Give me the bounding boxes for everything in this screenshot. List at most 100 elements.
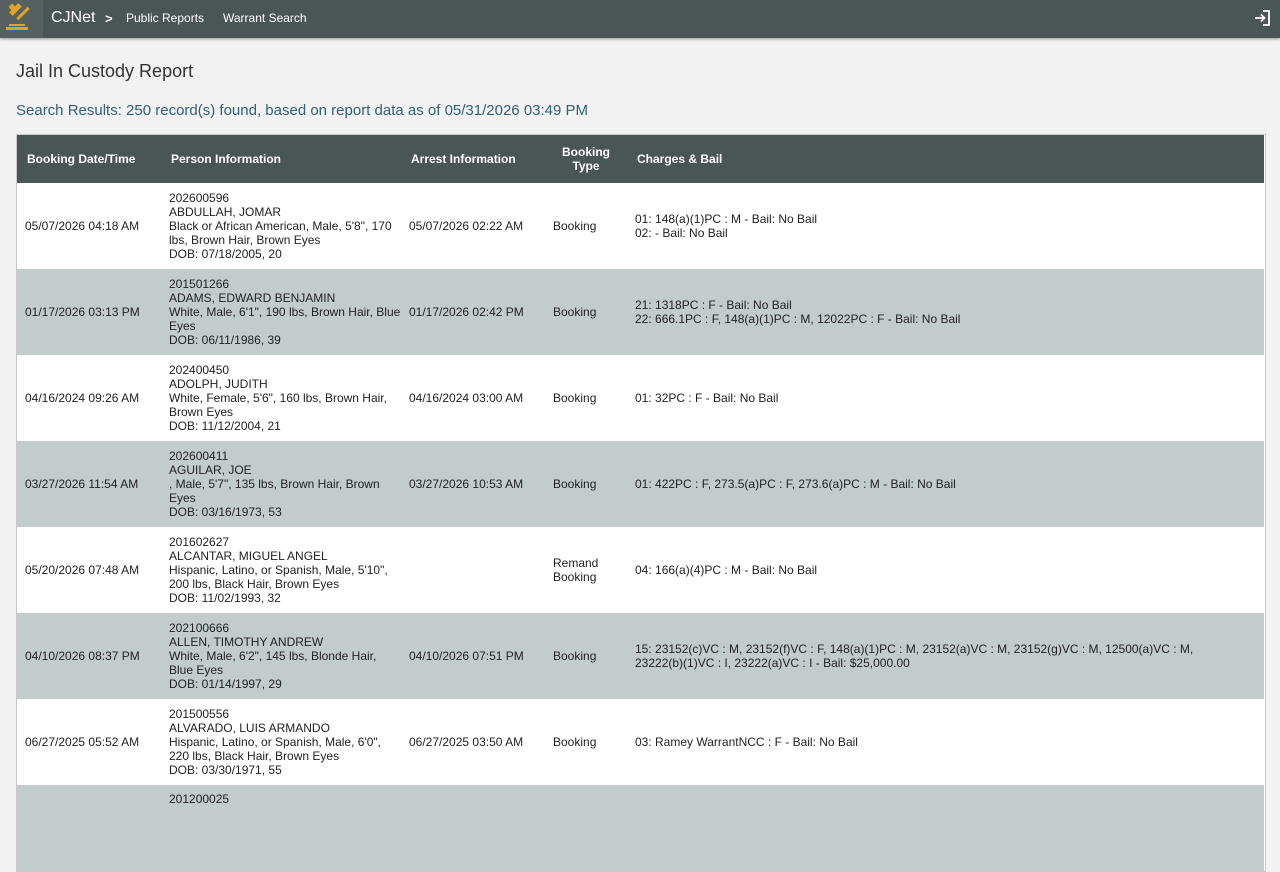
- booking-type: Booking: [553, 305, 597, 319]
- column-header-type-label: Booking Type: [562, 145, 610, 173]
- booking-number: 201500556: [169, 707, 230, 721]
- charges-bail: 01: 422PC : F, 273.5(a)PC : F, 273.6(a)P…: [627, 441, 1264, 527]
- charge-line: 01: 148(a)(1)PC : M - Bail: No Bail: [635, 212, 818, 226]
- table-row[interactable]: 05/20/2026 07:48 AM 201602627 ALCANTAR, …: [17, 527, 1264, 613]
- booking-number: 202400450: [169, 363, 230, 377]
- arrest-info: 06/27/2025 03:50 AM: [409, 735, 524, 749]
- column-header-arrest[interactable]: Arrest Information: [401, 135, 545, 183]
- column-header-booking[interactable]: Booking Date/Time: [17, 135, 161, 183]
- person-name: AGUILAR, JOE: [169, 463, 252, 477]
- person-dob: DOB: 03/16/1973, 53: [169, 505, 282, 519]
- arrest-info: [401, 527, 545, 613]
- table-row[interactable]: 05/07/2026 04:18 AM 202600596 ABDULLAH, …: [17, 183, 1264, 269]
- home-logo[interactable]: [0, 0, 43, 38]
- arrest-info: 04/16/2024 03:00 AM: [409, 391, 524, 405]
- charges-bail: 03: Ramey WarrantNCC : F - Bail: No Bail: [627, 699, 1264, 785]
- nav-public-reports[interactable]: Public Reports: [126, 11, 204, 25]
- charges-bail: 21: 1318PC : F - Bail: No Bail 22: 666.1…: [627, 269, 1264, 355]
- gavel-logo-icon: [6, 3, 30, 30]
- booking-number: 202600411: [169, 449, 229, 463]
- charge-line: 03: Ramey WarrantNCC : F - Bail: No Bail: [635, 735, 858, 749]
- person-description: White, Male, 6'2", 145 lbs, Blonde Hair,…: [169, 649, 377, 677]
- person-dob: DOB: 06/11/1986, 39: [169, 333, 281, 347]
- person-description: White, Female, 5'6", 160 lbs, Brown Hair…: [169, 391, 387, 419]
- booking-type: Booking: [553, 649, 597, 663]
- person-name: ALCANTAR, MIGUEL ANGEL: [169, 549, 328, 563]
- column-header-charges[interactable]: Charges & Bail: [627, 135, 1264, 183]
- charge-line: 02: - Bail: No Bail: [635, 226, 728, 240]
- person-info: 201200025: [161, 785, 401, 871]
- brand-name[interactable]: CJNet: [51, 9, 95, 27]
- arrest-info: 05/07/2026 02:22 AM: [409, 219, 524, 233]
- person-description: Black or African American, Male, 5'8", 1…: [169, 219, 392, 247]
- logout-icon[interactable]: [1253, 9, 1271, 27]
- person-name: ABDULLAH, JOMAR: [169, 205, 282, 219]
- booking-datetime: 05/07/2026 04:18 AM: [25, 219, 140, 233]
- person-info: 201602627 ALCANTAR, MIGUEL ANGEL Hispani…: [161, 527, 401, 613]
- charges-bail: [627, 785, 1264, 871]
- table-row[interactable]: 04/16/2024 09:26 AM 202400450 ADOLPH, JU…: [17, 355, 1264, 441]
- table-row[interactable]: 04/10/2026 08:37 PM 202100666 ALLEN, TIM…: [17, 613, 1264, 699]
- charges-bail: 15: 23152(c)VC : M, 23152(f)VC : F, 148(…: [627, 613, 1264, 699]
- person-info: 201501266 ADAMS, EDWARD BENJAMIN White, …: [161, 269, 401, 355]
- charge-line: 22: 666.1PC : F, 148(a)(1)PC : M, 12022P…: [635, 312, 961, 326]
- booking-number: 202100666: [169, 621, 230, 635]
- booking-type: Booking: [553, 391, 597, 405]
- booking-type: [545, 785, 627, 871]
- booking-datetime: 03/27/2026 11:54 AM: [25, 477, 139, 491]
- person-info: 202600411 AGUILAR, JOE , Male, 5'7", 135…: [161, 441, 401, 527]
- person-name: ALLEN, TIMOTHY ANDREW: [169, 635, 324, 649]
- person-info: 202600596 ABDULLAH, JOMAR Black or Afric…: [161, 183, 401, 269]
- arrest-info: 01/17/2026 02:42 PM: [409, 305, 524, 319]
- charge-line: 01: 32PC : F - Bail: No Bail: [635, 391, 779, 405]
- booking-datetime: 06/27/2025 05:52 AM: [25, 735, 140, 749]
- charge-line: 21: 1318PC : F - Bail: No Bail: [635, 298, 792, 312]
- table-row[interactable]: 201200025: [17, 785, 1264, 871]
- booking-number: 201200025: [169, 792, 230, 806]
- booking-datetime: 04/16/2024 09:26 AM: [25, 391, 140, 405]
- person-dob: DOB: 01/14/1997, 29: [169, 677, 282, 691]
- arrest-info: 04/10/2026 07:51 PM: [409, 649, 524, 663]
- booking-number: 201501266: [169, 277, 230, 291]
- booking-datetime: 01/17/2026 03:13 PM: [25, 305, 140, 319]
- charges-bail: 04: 166(a)(4)PC : M - Bail: No Bail: [627, 527, 1264, 613]
- person-name: ALVARADO, LUIS ARMANDO: [169, 721, 330, 735]
- charge-line: 04: 166(a)(4)PC : M - Bail: No Bail: [635, 563, 818, 577]
- person-description: Hispanic, Latino, or Spanish, Male, 5'10…: [169, 563, 388, 591]
- person-info: 201500556 ALVARADO, LUIS ARMANDO Hispani…: [161, 699, 401, 785]
- person-dob: DOB: 11/12/2004, 21: [169, 419, 281, 433]
- arrest-info: [401, 785, 545, 871]
- booking-datetime: 05/20/2026 07:48 AM: [25, 563, 140, 577]
- nav-warrant-search[interactable]: Warrant Search: [223, 11, 307, 25]
- booking-number: 202600596: [169, 191, 230, 205]
- person-dob: DOB: 07/18/2005, 20: [169, 247, 282, 261]
- table-row[interactable]: 01/17/2026 03:13 PM 201501266 ADAMS, EDW…: [17, 269, 1264, 355]
- arrest-info: 03/27/2026 10:53 AM: [409, 477, 524, 491]
- person-description: Hispanic, Latino, or Spanish, Male, 6'0"…: [169, 735, 381, 763]
- search-results-summary: Search Results: 250 record(s) found, bas…: [16, 102, 589, 119]
- table-row[interactable]: 06/27/2025 05:52 AM 201500556 ALVARADO, …: [17, 699, 1264, 785]
- column-header-type[interactable]: Booking Type: [545, 135, 627, 183]
- booking-type: Remand Booking: [545, 527, 627, 613]
- charges-bail: 01: 148(a)(1)PC : M - Bail: No Bail 02: …: [627, 183, 1264, 269]
- booking-type: Booking: [553, 219, 597, 233]
- booking-type-label: Remand Booking: [553, 556, 599, 584]
- person-description: , Male, 5'7", 135 lbs, Brown Hair, Brown…: [169, 477, 380, 505]
- column-header-person[interactable]: Person Information: [161, 135, 401, 183]
- table-row[interactable]: 03/27/2026 11:54 AM 202600411 AGUILAR, J…: [17, 441, 1264, 527]
- person-dob: DOB: 11/02/1993, 32: [169, 591, 281, 605]
- top-navbar: CJNet > Public Reports Warrant Search: [0, 0, 1280, 38]
- breadcrumb-separator: >: [105, 11, 113, 26]
- booking-datetime: [17, 785, 161, 871]
- booking-type: Booking: [553, 477, 597, 491]
- charges-bail: 01: 32PC : F - Bail: No Bail: [627, 355, 1264, 441]
- person-dob: DOB: 03/30/1971, 55: [169, 763, 282, 777]
- person-info: 202400450 ADOLPH, JUDITH White, Female, …: [161, 355, 401, 441]
- booking-number: 201602627: [169, 535, 230, 549]
- charge-line: 15: 23152(c)VC : M, 23152(f)VC : F, 148(…: [635, 642, 1194, 670]
- page-title: Jail In Custody Report: [16, 61, 194, 81]
- charge-line: 01: 422PC : F, 273.5(a)PC : F, 273.6(a)P…: [635, 477, 956, 491]
- person-name: ADOLPH, JUDITH: [169, 377, 268, 391]
- table-header-row: Booking Date/Time Person Information Arr…: [17, 135, 1264, 183]
- booking-type: Booking: [553, 735, 597, 749]
